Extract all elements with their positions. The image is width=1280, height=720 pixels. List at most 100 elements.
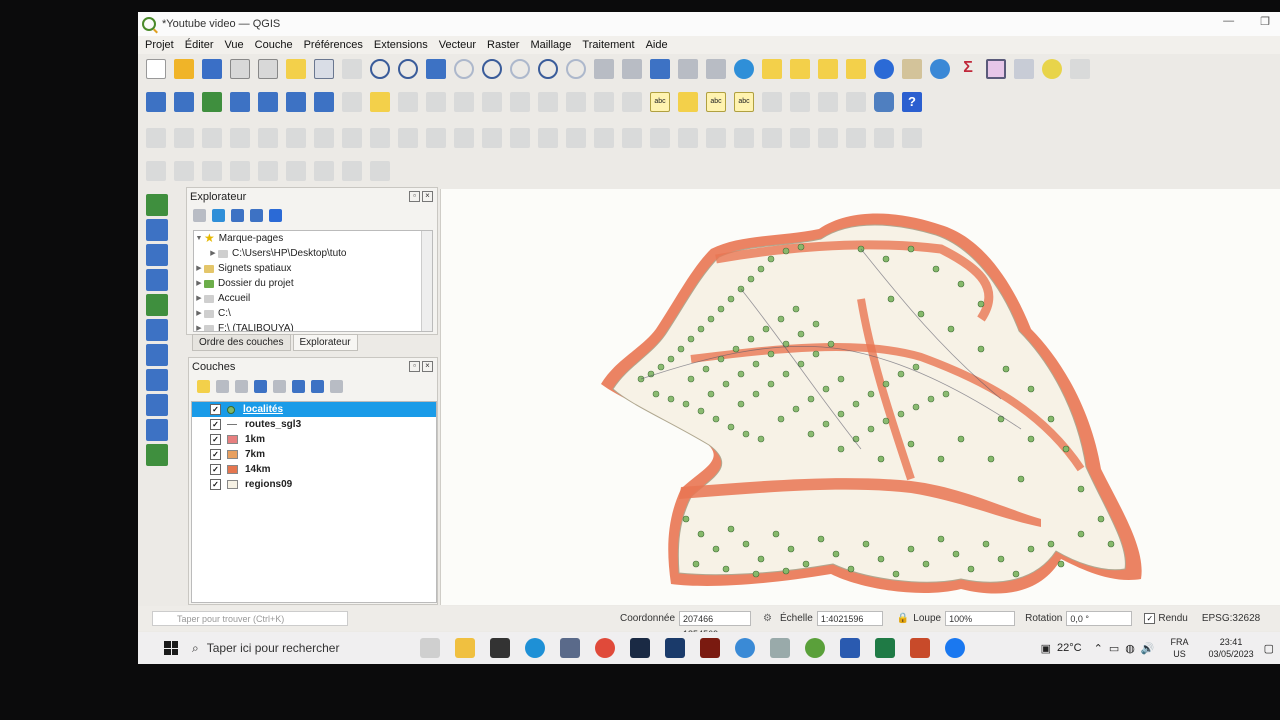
label-icon[interactable]: abc <box>650 92 670 112</box>
add-group-icon[interactable] <box>216 380 229 393</box>
label-style-icon[interactable] <box>678 92 698 112</box>
form-annotation-icon[interactable] <box>314 161 334 181</box>
menu-maillage[interactable]: Maillage <box>530 39 571 51</box>
rectangle-extent-icon[interactable] <box>230 161 250 181</box>
zoom-layer-icon[interactable] <box>482 59 502 79</box>
remove-layer-icon[interactable] <box>330 380 343 393</box>
minimize-icon[interactable]: — <box>1223 15 1234 28</box>
add-delimited-text-icon[interactable] <box>230 92 250 112</box>
add-wfs-icon[interactable] <box>146 394 168 416</box>
add-raster-layer-icon[interactable] <box>146 219 168 241</box>
undo-icon[interactable] <box>594 92 614 112</box>
digitize-icon[interactable] <box>426 92 446 112</box>
circle-icon[interactable] <box>762 128 782 148</box>
map-canvas[interactable] <box>440 189 1280 605</box>
layer-visibility-checkbox[interactable]: ✓ <box>210 464 221 475</box>
chrome-icon[interactable] <box>595 638 615 658</box>
new-map-view-icon[interactable] <box>594 59 614 79</box>
close-panel-icon[interactable]: × <box>422 191 433 202</box>
windows-start-icon[interactable] <box>164 641 178 655</box>
add-wms-icon[interactable] <box>146 369 168 391</box>
toggle-editing-icon[interactable] <box>370 92 390 112</box>
fill-ring-icon[interactable] <box>370 128 390 148</box>
edge-icon[interactable] <box>525 638 545 658</box>
zoom-last-icon[interactable] <box>538 59 558 79</box>
zoom-native-icon[interactable] <box>510 59 530 79</box>
clock[interactable]: 23:41 03/05/2023 <box>1209 636 1254 660</box>
taskbar-search[interactable]: ⌕ Taper ici pour rechercher <box>192 641 420 656</box>
expand-icon[interactable]: ▶ <box>194 291 204 306</box>
select-by-value-icon[interactable] <box>790 59 810 79</box>
delete-selected-icon[interactable] <box>482 92 502 112</box>
add-mssql-icon[interactable] <box>146 344 168 366</box>
point-tool-icon[interactable] <box>202 128 222 148</box>
add-vector-icon[interactable] <box>202 92 222 112</box>
split-parts-icon[interactable] <box>594 128 614 148</box>
battery-icon[interactable]: ▭ <box>1109 642 1119 655</box>
tree-item-spatial-bookmarks[interactable]: ▶ Signets spatiaux <box>194 261 432 276</box>
zoom-in-icon[interactable] <box>370 59 390 79</box>
add-raster-icon[interactable] <box>258 92 278 112</box>
data-source-manager-icon[interactable] <box>146 92 166 112</box>
layer-visibility-checkbox[interactable]: ✓ <box>210 404 221 415</box>
menu-preferences[interactable]: Préférences <box>304 39 363 51</box>
copy-icon[interactable] <box>538 92 558 112</box>
tree-item-tuto-folder[interactable]: ▶ C:\Users\HP\Desktop\tuto <box>194 246 432 261</box>
expand-icon[interactable]: ▼ <box>194 231 204 246</box>
expand-all-icon[interactable] <box>292 380 305 393</box>
expand-icon[interactable]: ▶ <box>194 306 204 321</box>
advanced-digitizing-icon[interactable] <box>146 128 166 148</box>
mail-icon[interactable] <box>560 638 580 658</box>
app-tool-icon[interactable] <box>770 638 790 658</box>
map-tips-icon[interactable] <box>1042 59 1062 79</box>
network-icon[interactable]: ◍ <box>1125 642 1135 655</box>
layer-visibility-checkbox[interactable]: ✓ <box>210 419 221 430</box>
rotate-label-icon[interactable] <box>790 92 810 112</box>
explorer-scrollbar[interactable] <box>421 231 432 331</box>
expand-icon[interactable]: ▶ <box>194 276 204 291</box>
close-panel-icon[interactable]: × <box>422 361 433 372</box>
toggle-extent-icon[interactable]: ⚙ <box>763 613 772 624</box>
show-bookmarks-icon[interactable] <box>678 59 698 79</box>
layer-styling-icon[interactable] <box>197 380 210 393</box>
add-part-icon[interactable] <box>342 128 362 148</box>
tree-item-home[interactable]: ▶ Accueil <box>194 291 432 306</box>
help-icon[interactable]: ? <box>902 92 922 112</box>
locator-search-input[interactable]: Taper pour trouver (Ctrl+K) <box>152 611 348 626</box>
collapse-all-icon[interactable] <box>250 209 263 222</box>
edit-pencil-icon[interactable] <box>342 92 362 112</box>
layout-manager-icon[interactable] <box>258 59 278 79</box>
collapse-all-icon[interactable] <box>311 380 324 393</box>
language-indicator[interactable]: FRA US <box>1171 636 1189 660</box>
new-geopackage-icon[interactable] <box>174 92 194 112</box>
rotate-symbols-icon[interactable] <box>678 128 698 148</box>
select-features-icon[interactable] <box>762 59 782 79</box>
bookmark-icon[interactable] <box>650 59 670 79</box>
merge-attributes-icon[interactable] <box>650 128 670 148</box>
shape-digitize-icon[interactable] <box>734 128 754 148</box>
annotation-icon[interactable] <box>286 161 306 181</box>
new-layout-icon[interactable] <box>230 59 250 79</box>
open-project-icon[interactable] <box>174 59 194 79</box>
attribute-table-icon[interactable] <box>902 59 922 79</box>
zoom-out-icon[interactable] <box>398 59 418 79</box>
task-view-icon[interactable] <box>420 638 440 658</box>
ellipse-center-icon[interactable] <box>202 161 222 181</box>
locator-icon[interactable] <box>1070 59 1090 79</box>
statistics-icon[interactable]: Σ <box>958 59 978 79</box>
filter-expression-icon[interactable] <box>273 380 286 393</box>
layer-row-1km[interactable]: ✓ 1km <box>192 432 436 447</box>
filter-icon[interactable] <box>231 209 244 222</box>
layer-row-regions[interactable]: ✓ regions09 <box>192 477 436 492</box>
add-postgis-icon[interactable] <box>146 319 168 341</box>
temperature[interactable]: 22°C <box>1057 642 1082 654</box>
zoom-full-icon[interactable] <box>426 59 446 79</box>
scale-combobox[interactable]: 1:4021596 <box>816 611 883 626</box>
coord-field[interactable]: 207466 1854569 <box>679 611 752 639</box>
float-panel-icon[interactable]: ▫ <box>409 361 420 372</box>
layer-visibility-checkbox[interactable]: ✓ <box>210 449 221 460</box>
excel-icon[interactable] <box>875 638 895 658</box>
add-virtual-layer-icon[interactable] <box>314 92 334 112</box>
illustrator-icon[interactable] <box>700 638 720 658</box>
new-3d-view-icon[interactable] <box>622 59 642 79</box>
